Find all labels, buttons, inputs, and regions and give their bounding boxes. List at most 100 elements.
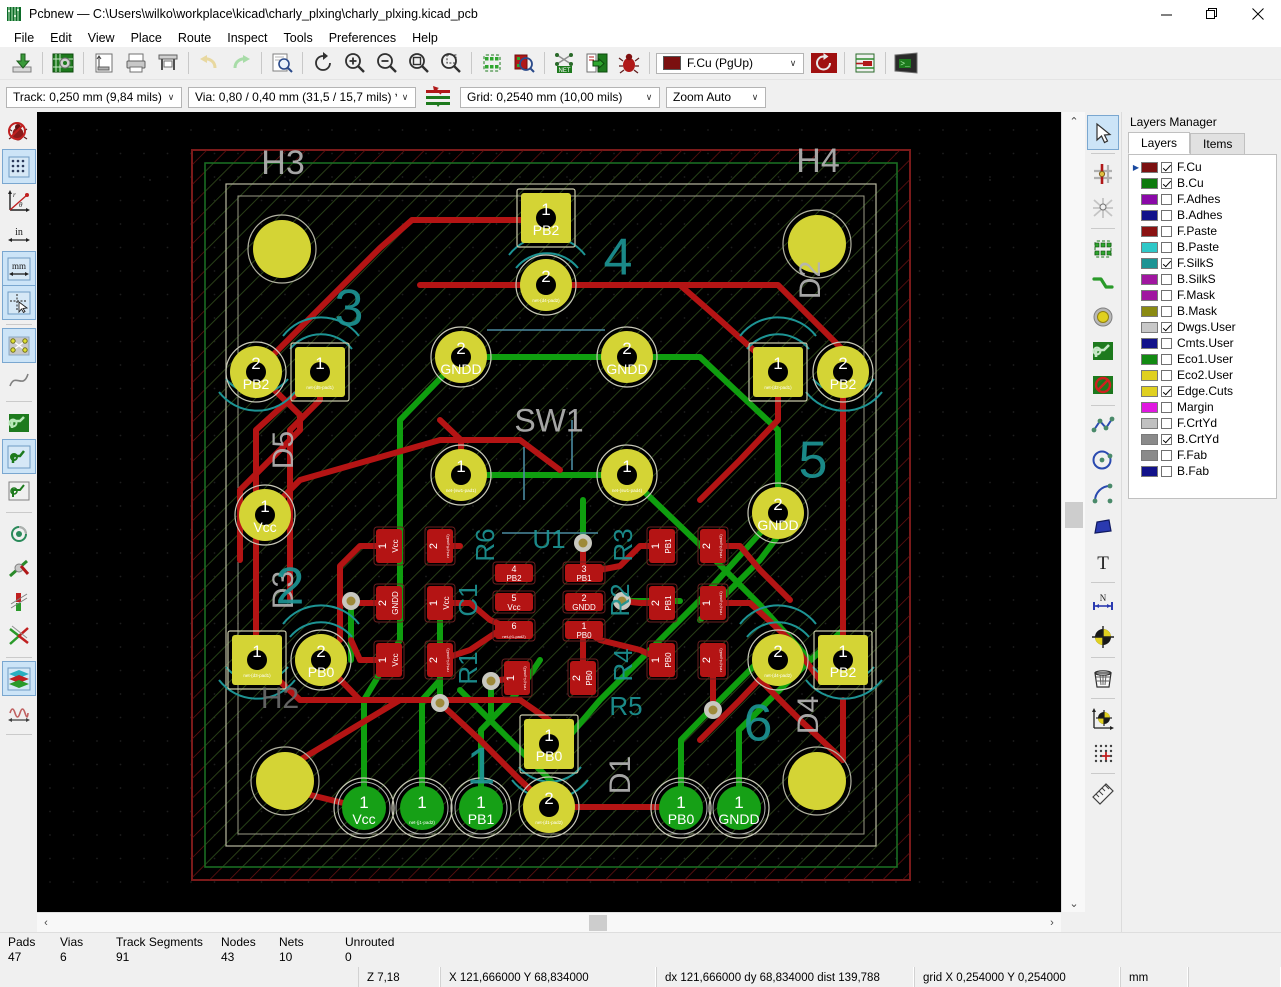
- layer-color-swatch[interactable]: [1141, 225, 1158, 237]
- ratsnest-toggle[interactable]: [1, 328, 36, 363]
- undo-icon[interactable]: [193, 48, 225, 78]
- drc-warnings-toggle[interactable]: [3, 116, 35, 149]
- zoom-out-icon[interactable]: [371, 48, 403, 78]
- layer-color-swatch[interactable]: [1141, 433, 1158, 445]
- scroll-right-arrow[interactable]: ›: [1043, 913, 1061, 933]
- add-text-tool[interactable]: T: [1088, 545, 1118, 578]
- menu-inspect[interactable]: Inspect: [219, 29, 275, 47]
- add-via-tool[interactable]: [1088, 300, 1118, 333]
- place-footprint-tool[interactable]: [1088, 232, 1118, 265]
- footprint-viewer-icon[interactable]: [508, 48, 540, 78]
- layer-color-swatch[interactable]: [1141, 193, 1158, 205]
- track-width-select[interactable]: Track: 0,250 mm (9,84 mils) * ∨: [6, 86, 182, 108]
- delete-tool[interactable]: [1088, 661, 1118, 694]
- highlight-net-tool[interactable]: [1088, 157, 1118, 190]
- layer-visibility-checkbox[interactable]: [1161, 385, 1172, 397]
- layer-color-swatch[interactable]: [1141, 321, 1158, 333]
- layer-color-swatch[interactable]: [1141, 241, 1158, 253]
- layer-color-swatch[interactable]: [1141, 289, 1158, 301]
- scroll-left-arrow[interactable]: ‹: [37, 913, 55, 933]
- layer-row[interactable]: F.Paste: [1129, 223, 1276, 239]
- add-keepout-zone-tool[interactable]: [1088, 368, 1118, 401]
- vias-sketch-toggle[interactable]: [3, 551, 35, 584]
- layer-visibility-checkbox[interactable]: [1161, 241, 1172, 253]
- print-icon[interactable]: [120, 48, 152, 78]
- layer-visibility-checkbox[interactable]: [1161, 401, 1172, 413]
- layer-color-swatch[interactable]: [1141, 465, 1158, 477]
- add-dimension-tool[interactable]: N: [1088, 586, 1118, 619]
- layer-color-swatch[interactable]: [1141, 385, 1158, 397]
- zoom-in-icon[interactable]: [339, 48, 371, 78]
- layer-row[interactable]: F.Mask: [1129, 287, 1276, 303]
- draw-circle-tool[interactable]: [1088, 443, 1118, 476]
- tracks-sketch-toggle[interactable]: [3, 585, 35, 618]
- zoom-select[interactable]: Zoom Auto ∨: [666, 86, 766, 108]
- layer-color-swatch[interactable]: [1141, 305, 1158, 317]
- layer-row[interactable]: Eco2.User: [1129, 367, 1276, 383]
- draw-polyline-tool[interactable]: [1088, 409, 1118, 442]
- zone-filled-display[interactable]: [3, 406, 35, 439]
- layer-visibility-checkbox[interactable]: [1161, 433, 1172, 445]
- layer-row[interactable]: F.CrtYd: [1129, 415, 1276, 431]
- full-crosshair-toggle[interactable]: [1, 285, 36, 320]
- layer-color-swatch[interactable]: [1141, 161, 1158, 173]
- menu-file[interactable]: File: [6, 29, 42, 47]
- layer-row[interactable]: ▶ F.Cu: [1129, 159, 1276, 175]
- layer-row[interactable]: Edge.Cuts: [1129, 383, 1276, 399]
- net-inspector-toggle[interactable]: [3, 696, 35, 729]
- layer-visibility-checkbox[interactable]: [1161, 353, 1172, 365]
- find-icon[interactable]: [266, 48, 298, 78]
- layer-row[interactable]: F.Adhes: [1129, 191, 1276, 207]
- layer-visibility-checkbox[interactable]: [1161, 273, 1172, 285]
- menu-place[interactable]: Place: [123, 29, 170, 47]
- curved-ratsnest-toggle[interactable]: [3, 363, 35, 396]
- save-board-icon[interactable]: [6, 48, 38, 78]
- layer-row[interactable]: F.SilkS: [1129, 255, 1276, 271]
- grid-select[interactable]: Grid: 0,2540 mm (10,00 mils) ∨: [460, 86, 660, 108]
- layer-color-swatch[interactable]: [1141, 401, 1158, 413]
- pcb-canvas[interactable]: 1 Vcc 2 net-(r6-pad2) 2 GNDD 1 Vcc 1 Vcc 2 net-(r1-…: [37, 112, 1061, 912]
- refresh-icon[interactable]: [307, 48, 339, 78]
- scroll-down-arrow[interactable]: ⌄: [1062, 894, 1086, 912]
- tab-items[interactable]: Items: [1190, 133, 1246, 154]
- horizontal-scroll-thumb[interactable]: [589, 915, 607, 931]
- layer-color-swatch[interactable]: [1141, 209, 1158, 221]
- layer-visibility-checkbox[interactable]: [1161, 321, 1172, 333]
- polar-coords-toggle[interactable]: r θ: [3, 184, 35, 217]
- layer-visibility-checkbox[interactable]: [1161, 465, 1172, 477]
- layer-row[interactable]: B.Paste: [1129, 239, 1276, 255]
- layer-pair-icon[interactable]: [422, 82, 454, 112]
- menu-view[interactable]: View: [80, 29, 123, 47]
- menu-help[interactable]: Help: [404, 29, 446, 47]
- zone-sketch-display[interactable]: [3, 474, 35, 507]
- layer-row[interactable]: B.Fab: [1129, 463, 1276, 479]
- update-pcb-icon[interactable]: [581, 48, 613, 78]
- layer-visibility-checkbox[interactable]: [1161, 257, 1172, 269]
- graphics-sketch-toggle[interactable]: [3, 619, 35, 652]
- menu-preferences[interactable]: Preferences: [321, 29, 404, 47]
- layer-visibility-checkbox[interactable]: [1161, 337, 1172, 349]
- layer-visibility-checkbox[interactable]: [1161, 369, 1172, 381]
- board-setup-icon[interactable]: [47, 48, 79, 78]
- layer-color-swatch[interactable]: [1141, 449, 1158, 461]
- set-origin-tool[interactable]: [1088, 702, 1118, 735]
- menu-route[interactable]: Route: [170, 29, 219, 47]
- layer-visibility-checkbox[interactable]: [1161, 161, 1172, 173]
- layer-color-swatch[interactable]: [1141, 353, 1158, 365]
- layer-visibility-checkbox[interactable]: [1161, 289, 1172, 301]
- rotate-cw-icon[interactable]: [808, 48, 840, 78]
- footprint-editor-icon[interactable]: [476, 48, 508, 78]
- local-ratsnest-tool[interactable]: [1088, 191, 1118, 224]
- layer-row[interactable]: Eco1.User: [1129, 351, 1276, 367]
- layer-row[interactable]: F.Fab: [1129, 447, 1276, 463]
- route-track-tool[interactable]: [1088, 266, 1118, 299]
- canvas-vertical-scrollbar[interactable]: ⌃ ⌄: [1061, 112, 1085, 912]
- layer-color-swatch[interactable]: [1141, 337, 1158, 349]
- layer-color-swatch[interactable]: [1141, 369, 1158, 381]
- layer-row[interactable]: B.SilkS: [1129, 271, 1276, 287]
- 3d-viewer-icon[interactable]: >_: [890, 48, 922, 78]
- layer-color-swatch[interactable]: [1141, 417, 1158, 429]
- layers-list[interactable]: ▶ F.Cu B.Cu F.Adhes B.Adhes F.Paste B.Paste F.S…: [1128, 154, 1277, 499]
- tab-layers[interactable]: Layers: [1128, 132, 1191, 154]
- layer-row[interactable]: B.Cu: [1129, 175, 1276, 191]
